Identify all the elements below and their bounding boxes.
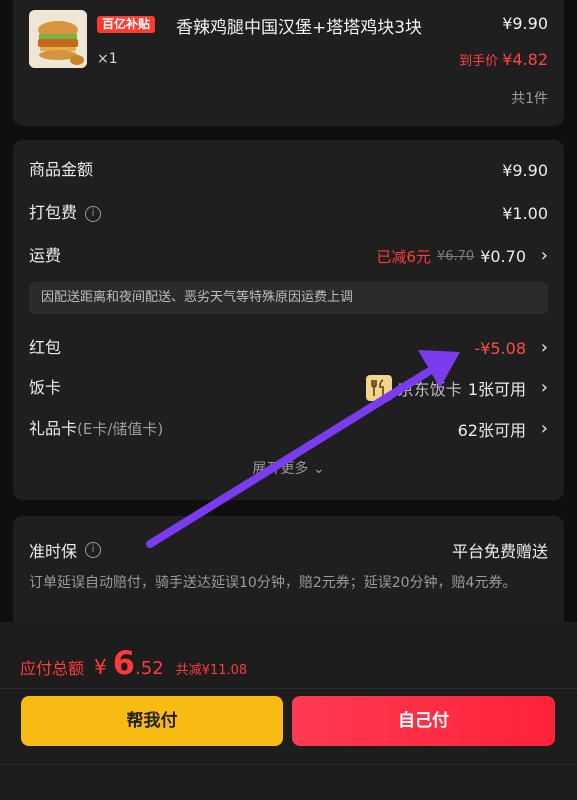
delivery-fee-value: ¥0.70 <box>480 246 526 266</box>
currency-symbol: ¥ <box>94 655 107 679</box>
total-decimal: .52 <box>135 658 164 679</box>
chevron-down-icon: ⌄ <box>312 461 325 477</box>
delivery-fee-label: 运费 <box>29 246 62 265</box>
punctual-title: 准时保 <box>29 542 78 561</box>
red-packet-row[interactable]: 红包 -¥5.08 › <box>29 335 548 361</box>
checkout-bar: 应付总额 ¥6.52 共减¥11.08 帮我付 自己付 <box>0 622 577 800</box>
goods-amount-label: 商品金额 <box>29 160 94 179</box>
meal-card-label: 饭卡 <box>29 378 62 397</box>
red-packet-label: 红包 <box>29 338 62 357</box>
info-icon[interactable]: i <box>85 205 102 222</box>
total-label: 应付总额 <box>20 659 85 678</box>
expand-more-label: 展开更多 <box>252 461 309 477</box>
goods-amount-row: 商品金额 ¥9.90 <box>29 157 548 183</box>
delivery-fee-notice: 因配送距离和夜间配送、恶劣天气等特殊原因运费上调 <box>29 282 548 314</box>
delivery-fee-reduced: 已减6元 <box>376 247 431 266</box>
divider <box>0 764 577 765</box>
total-discount: 共减¥11.08 <box>175 663 248 678</box>
product-quantity: ×1 <box>97 51 118 67</box>
product-title[interactable]: 香辣鸡腿中国汉堡+塔塔鸡块3块 <box>176 13 422 38</box>
chevron-right-icon[interactable]: › <box>532 416 548 442</box>
fork-knife-icon <box>365 375 392 401</box>
product-card: 百亿补贴 香辣鸡腿中国汉堡+塔塔鸡块3块 ¥9.90 ×1 到手价 ¥4.82 共… <box>13 0 564 126</box>
fee-details-card: 商品金额 ¥9.90 打包费 i ¥1.00 运费 已减6元 ¥6.70 ¥0.7… <box>13 140 564 500</box>
self-pay-button[interactable]: 自己付 <box>292 696 555 746</box>
expand-more-button[interactable]: 展开更多 ⌄ <box>13 458 564 478</box>
gift-card-sub-label: (E卡/储值卡) <box>77 420 164 438</box>
red-packet-value: -¥5.08 <box>474 338 526 358</box>
net-price: 到手价 ¥4.82 <box>459 50 548 69</box>
net-price-value: ¥4.82 <box>502 50 548 69</box>
chevron-right-icon[interactable]: › <box>532 243 548 269</box>
divider <box>0 688 577 689</box>
punctual-guarantee-card: 准时保 i 平台免费赠送 订单延误自动赔付，骑手送达延误10分钟，赔2元券；延误2… <box>13 516 564 636</box>
help-pay-button[interactable]: 帮我付 <box>21 696 283 746</box>
packing-fee-label: 打包费 <box>29 203 78 222</box>
meal-card-row[interactable]: 饭卡 京东饭卡 1张可用 › <box>29 375 548 401</box>
meal-card-name: 京东饭卡 <box>397 380 462 399</box>
net-price-label: 到手价 <box>459 54 499 69</box>
info-icon[interactable]: i <box>85 542 102 558</box>
gift-card-value: 62张可用 <box>457 421 526 440</box>
product-thumbnail[interactable] <box>29 10 87 68</box>
gift-card-label: 礼品卡 <box>29 419 78 438</box>
punctual-description: 订单延误自动赔付，骑手送达延误10分钟，赔2元券；延误20分钟，赔4元券。 <box>29 575 517 591</box>
subsidy-badge: 百亿补贴 <box>97 16 156 33</box>
packing-fee-row: 打包费 i ¥1.00 <box>29 200 548 226</box>
product-price: ¥9.90 <box>502 14 548 33</box>
total-amount: 应付总额 ¥6.52 共减¥11.08 <box>20 644 247 682</box>
chevron-right-icon[interactable]: › <box>532 335 548 361</box>
total-integer: 6 <box>112 644 136 682</box>
packing-fee-value: ¥1.00 <box>502 203 548 223</box>
chevron-right-icon[interactable]: › <box>532 375 548 401</box>
item-count: 共1件 <box>511 91 548 107</box>
goods-amount-value: ¥9.90 <box>502 160 548 180</box>
delivery-fee-row[interactable]: 运费 已减6元 ¥6.70 ¥0.70 › <box>29 243 548 269</box>
gift-card-row[interactable]: 礼品卡(E卡/储值卡) 62张可用 › <box>29 416 548 442</box>
meal-card-value: 1张可用 <box>467 380 526 399</box>
delivery-fee-original: ¥6.70 <box>436 248 475 264</box>
punctual-status: 平台免费赠送 <box>451 542 548 561</box>
